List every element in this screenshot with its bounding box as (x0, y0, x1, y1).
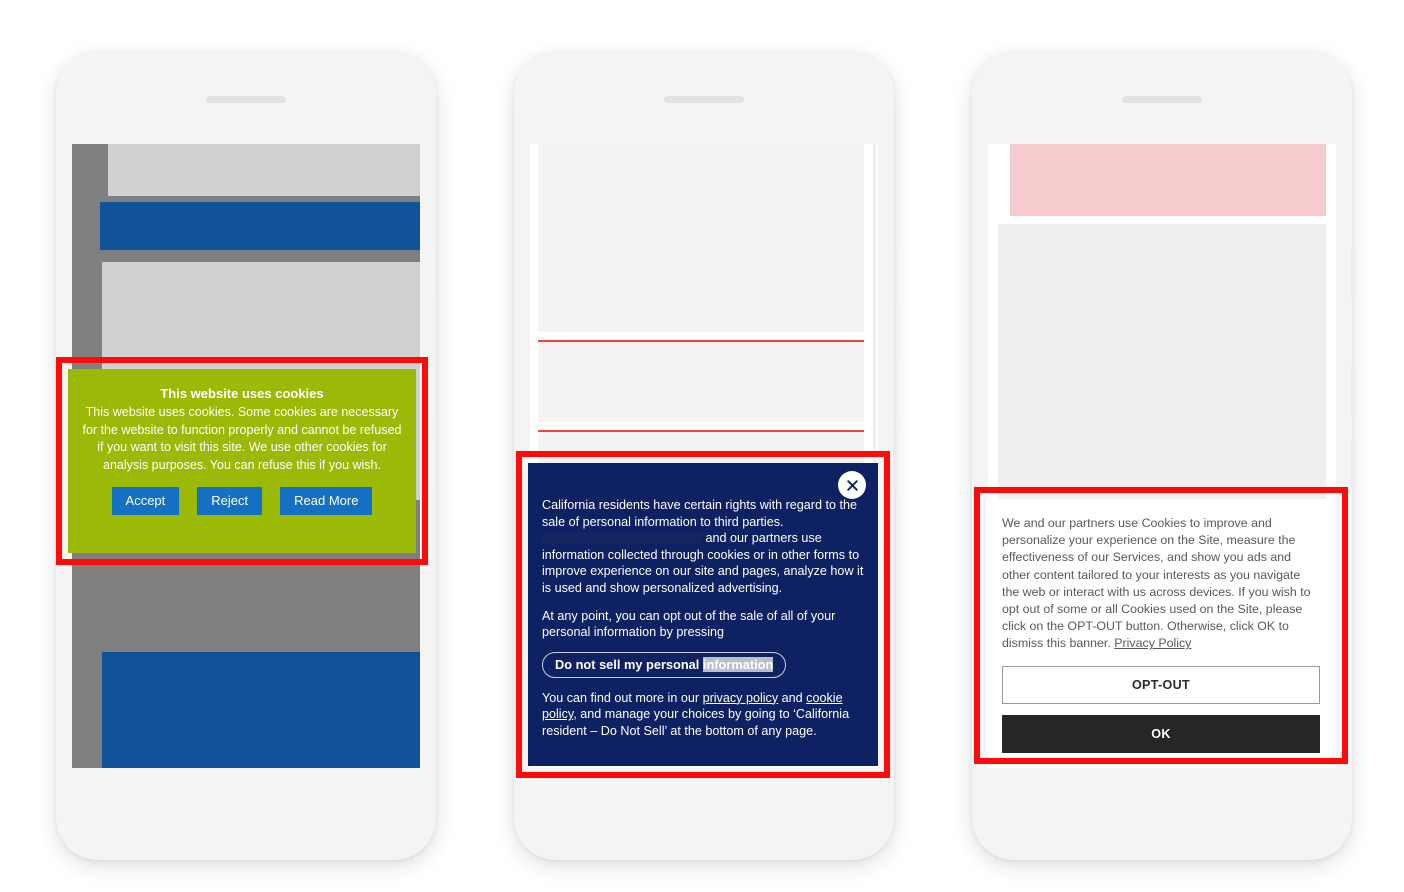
phone-side-button-volume-up[interactable] (435, 248, 439, 300)
cookie-consent-banner-green: This website uses cookies This website u… (68, 369, 416, 553)
reject-button[interactable]: Reject (197, 487, 263, 515)
banner-title: This website uses cookies (160, 386, 324, 401)
annotation-box-banner-3: We and our partners use Cookies to impro… (974, 487, 1348, 764)
phone-side-button-power[interactable] (893, 438, 897, 490)
phone-side-button-power[interactable] (435, 438, 439, 490)
ccpa-paragraph-3-part-2: , and manage your choices by going to ‘C… (542, 707, 850, 738)
ccpa-paragraph-3-part-1: You can find out more in our (542, 690, 700, 705)
do-not-sell-label: Do not sell my personal (555, 656, 700, 672)
page-hero-pink-block (1010, 144, 1326, 216)
do-not-sell-button[interactable]: Do not sell my personal information (542, 651, 787, 678)
phone-side-button-volume-up[interactable] (893, 248, 897, 300)
page-content-placeholder (998, 224, 1326, 512)
annotation-box-banner-1: This website uses cookies This website u… (56, 357, 428, 565)
page-scrollbar[interactable] (873, 144, 876, 484)
phone-side-button-volume-down[interactable] (1351, 364, 1355, 416)
ccpa-paragraph-1-part-1: California residents have certain rights… (542, 498, 858, 529)
accept-button[interactable]: Accept (111, 487, 180, 515)
phone-side-button-volume-up[interactable] (1351, 248, 1355, 300)
redacted-company-name (542, 532, 702, 544)
ccpa-paragraph-1: California residents have certain rights… (542, 497, 864, 597)
ccpa-paragraph-3-conjunction: and (781, 690, 803, 705)
page-nav-placeholder (108, 144, 420, 196)
privacy-policy-link[interactable]: privacy policy (703, 691, 779, 705)
ok-button[interactable]: OK (1002, 714, 1320, 753)
phone-side-button-volume-down[interactable] (893, 364, 897, 416)
do-not-sell-label-selected: information (702, 656, 774, 672)
ccpa-notice-banner-navy: California residents have certain rights… (528, 463, 878, 766)
ccpa-paragraph-3: You can find out more in our privacy pol… (542, 690, 864, 740)
opt-out-button[interactable]: OPT-OUT (1002, 665, 1320, 704)
phone-side-button-power[interactable] (1351, 438, 1355, 490)
screenshot-stage: This website uses cookies This website u… (0, 0, 1404, 892)
phone-speaker-icon (206, 96, 286, 103)
ccpa-paragraph-2: At any point, you can opt out of the sal… (542, 608, 836, 640)
phone-speaker-icon (664, 96, 744, 103)
privacy-policy-link[interactable]: Privacy Policy (1114, 636, 1191, 650)
page-hero-blue-bar (100, 202, 420, 250)
banner-body-text: We and our partners use Cookies to impro… (1002, 515, 1320, 653)
cookie-notice-banner-white: We and our partners use Cookies to impro… (986, 499, 1336, 753)
annotation-box-banner-2: California residents have certain rights… (516, 451, 890, 778)
page-content-card (538, 144, 864, 332)
phone-speaker-icon (1122, 96, 1202, 103)
page-footer-blue-block (102, 652, 420, 768)
page-content-card (538, 340, 864, 422)
banner-body-copy: We and our partners use Cookies to impro… (1002, 516, 1311, 651)
close-x-icon[interactable] (838, 471, 866, 499)
banner-button-row: Accept Reject Read More (82, 487, 402, 515)
phone-side-button-volume-down[interactable] (435, 364, 439, 416)
banner-body-text: This website uses cookies. Some cookies … (82, 405, 402, 472)
read-more-button[interactable]: Read More (280, 487, 373, 515)
